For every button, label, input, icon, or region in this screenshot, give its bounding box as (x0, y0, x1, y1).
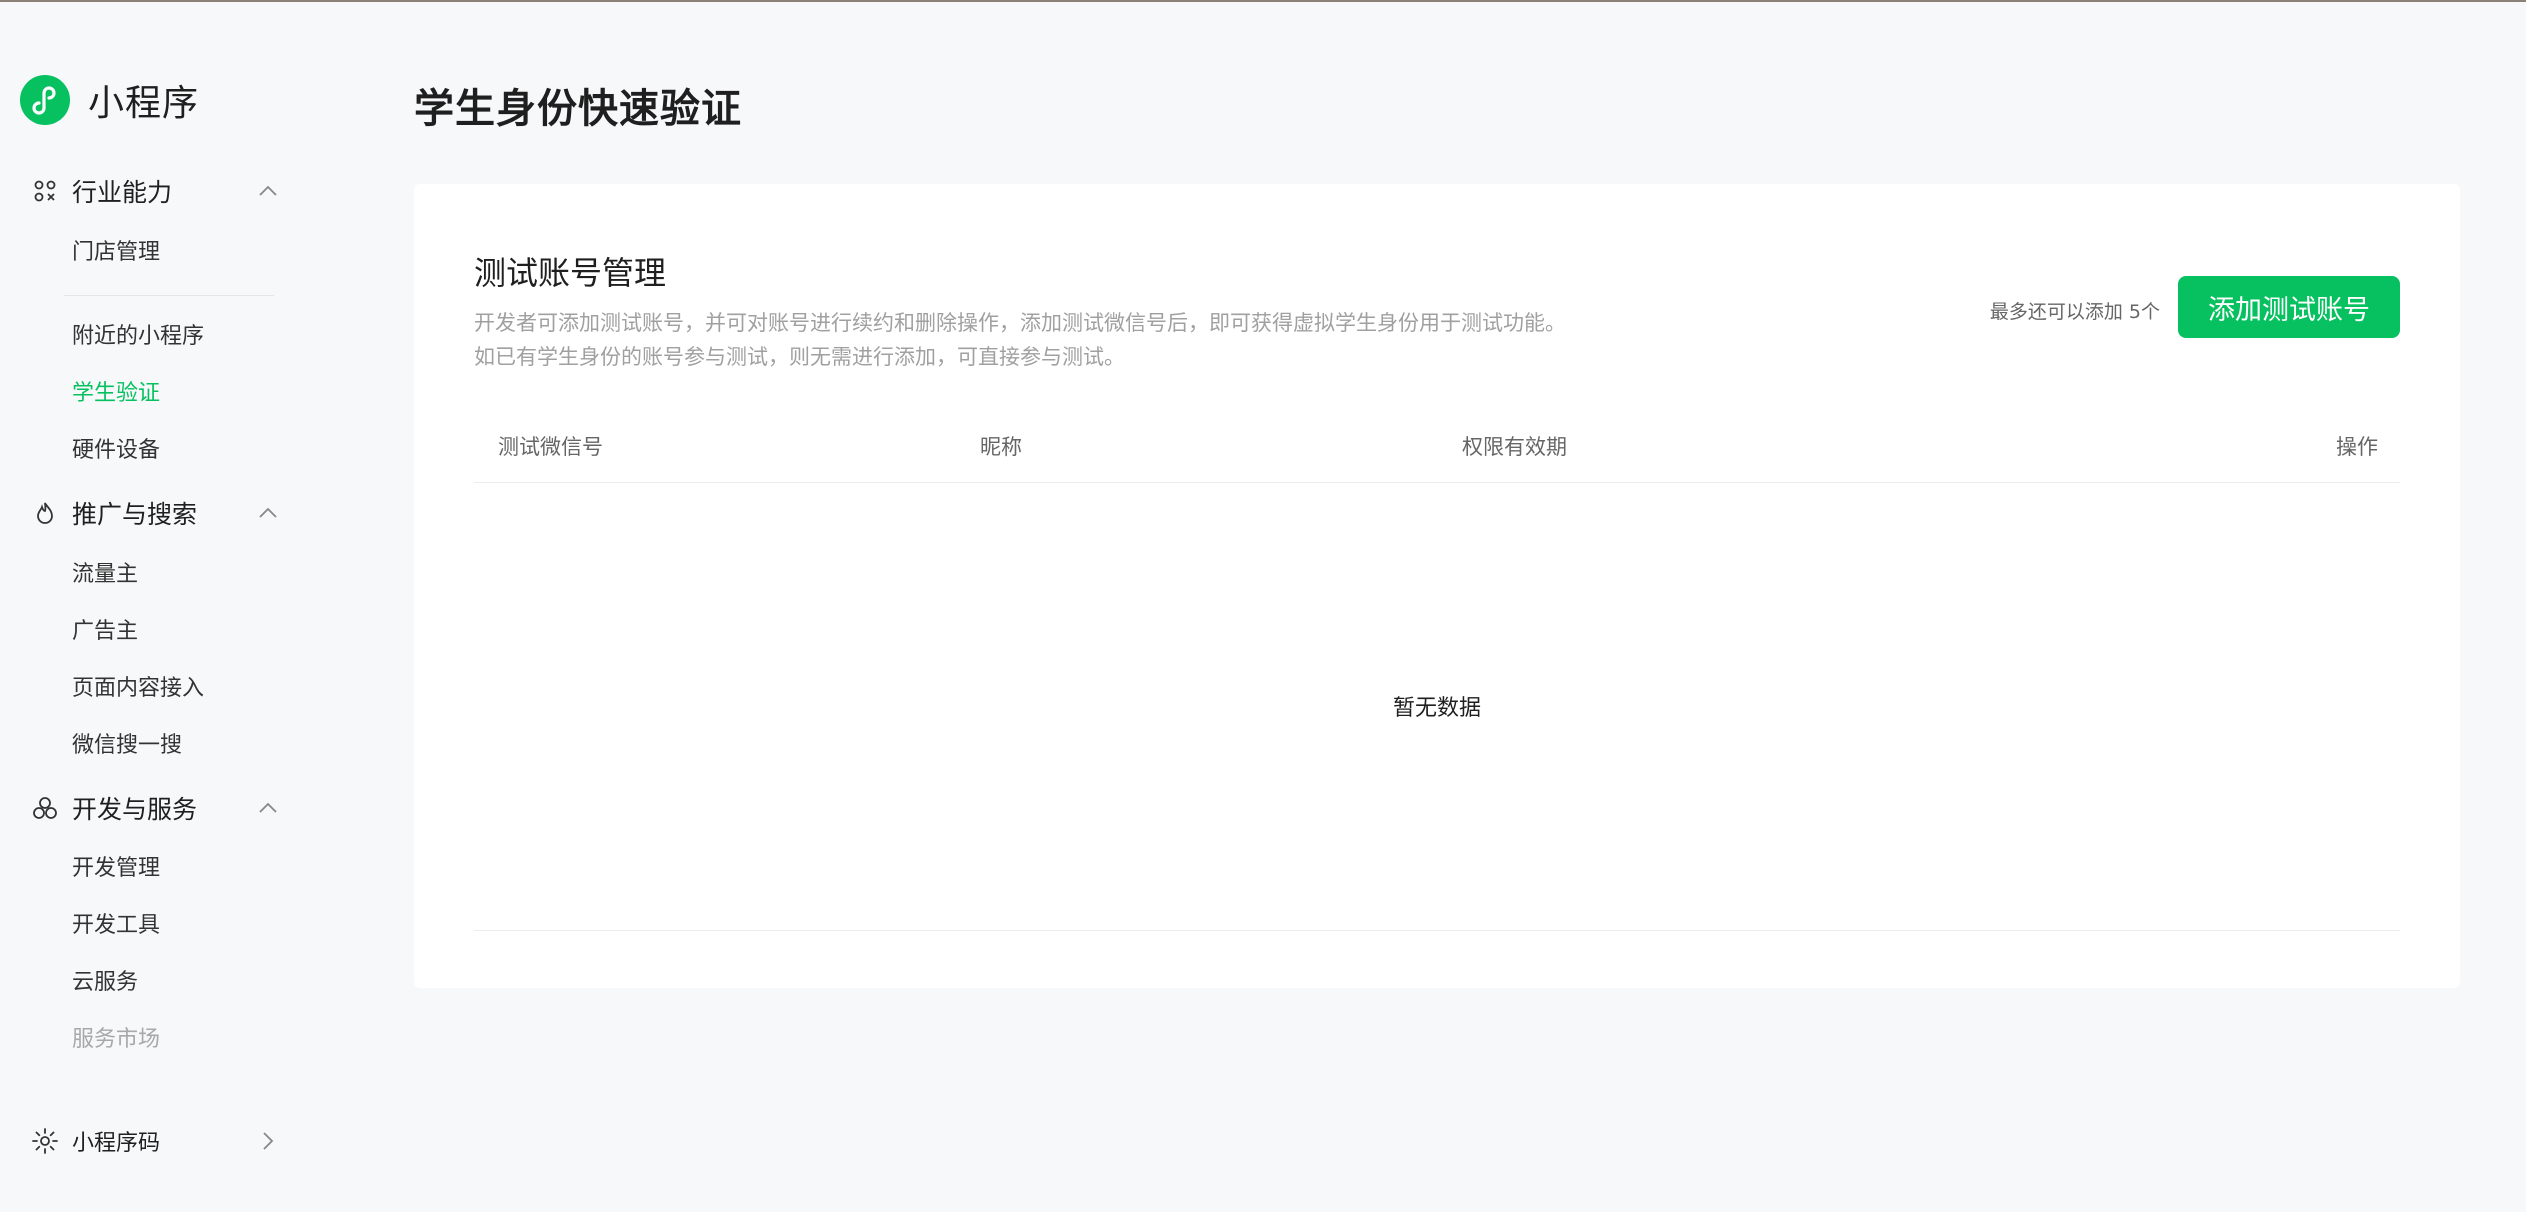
card-description-line: 开发者可添加测试账号，并可对账号进行续约和删除操作，添加测试微信号后，即可获得虚… (474, 311, 1566, 335)
sidebar-divider (64, 295, 274, 296)
column-header-validity: 权限有效期 (1462, 435, 1567, 459)
chevron-up-icon[interactable] (254, 794, 282, 822)
sidebar-item-service-market[interactable]: 服务市场 (72, 1023, 160, 1057)
sidebar: 小程序 行业能力 门店管理 附近的小程序 学生验证 硬件设备 推广与搜索 流量主… (0, 0, 310, 1212)
column-header-wechat-id: 测试微信号 (498, 435, 603, 459)
sidebar-item-advertiser[interactable]: 广告主 (72, 615, 138, 649)
test-account-card: 测试账号管理 开发者可添加测试账号，并可对账号进行续约和删除操作，添加测试微信号… (414, 184, 2460, 988)
chevron-right-icon[interactable] (254, 1127, 282, 1155)
sun-icon (32, 1128, 58, 1154)
nav-group-label: 小程序码 (72, 1131, 161, 1156)
empty-text: 暂无数据 (1392, 696, 1481, 721)
app-window: 小程序 行业能力 门店管理 附近的小程序 学生验证 硬件设备 推广与搜索 流量主… (0, 0, 2526, 1212)
sidebar-item-store-management[interactable]: 门店管理 (72, 236, 160, 270)
sidebar-item-dev-tools[interactable]: 开发工具 (72, 909, 160, 943)
sidebar-item-cloud-service[interactable]: 云服务 (72, 966, 138, 1000)
sidebar-item-nearby-miniprogram[interactable]: 附近的小程序 (72, 320, 204, 354)
chevron-up-icon[interactable] (254, 499, 282, 527)
brand[interactable]: 小程序 (20, 74, 199, 126)
sidebar-item-student-verification[interactable]: 学生验证 (72, 377, 160, 411)
sidebar-item-page-content-access[interactable]: 页面内容接入 (72, 672, 204, 706)
sidebar-item-dev-management[interactable]: 开发管理 (72, 852, 160, 886)
card-description: 开发者可添加测试账号，并可对账号进行续约和删除操作，添加测试微信号后，即可获得虚… (474, 306, 1566, 374)
add-test-account-button[interactable]: 添加测试账号 (2178, 276, 2400, 338)
card-title: 测试账号管理 (474, 254, 667, 292)
cluster-icon (32, 795, 58, 821)
flame-icon (32, 500, 58, 526)
sidebar-item-hardware-device[interactable]: 硬件设备 (72, 434, 160, 468)
industry-icon (32, 178, 58, 204)
table-header: 测试微信号 昵称 权限有效期 操作 (474, 412, 2400, 483)
chevron-up-icon[interactable] (254, 177, 282, 205)
column-header-nickname: 昵称 (980, 435, 1022, 459)
nav-group-label: 行业能力 (72, 178, 173, 207)
table-empty-state: 暂无数据 (474, 482, 2400, 931)
miniprogram-logo-icon (20, 75, 70, 125)
card-description-line: 如已有学生身份的账号参与测试，则无需进行添加，可直接参与测试。 (474, 345, 1125, 369)
brand-title: 小程序 (88, 83, 200, 124)
sidebar-item-traffic-owner[interactable]: 流量主 (72, 558, 138, 592)
nav-group-promotion-search[interactable]: 推广与搜索 (32, 491, 282, 535)
nav-group-dev-services[interactable]: 开发与服务 (32, 786, 282, 830)
nav-group-industry[interactable]: 行业能力 (32, 169, 282, 213)
add-limit-note: 最多还可以添加 5个 (1989, 301, 2160, 323)
column-header-actions: 操作 (2336, 435, 2378, 459)
page-title: 学生身份快速验证 (414, 86, 742, 132)
nav-group-miniprogram-code[interactable]: 小程序码 (32, 1119, 282, 1163)
nav-group-label: 开发与服务 (72, 795, 198, 824)
nav-group-label: 推广与搜索 (72, 500, 198, 529)
window-top-border (0, 0, 2526, 2)
sidebar-item-wechat-search[interactable]: 微信搜一搜 (72, 729, 182, 763)
